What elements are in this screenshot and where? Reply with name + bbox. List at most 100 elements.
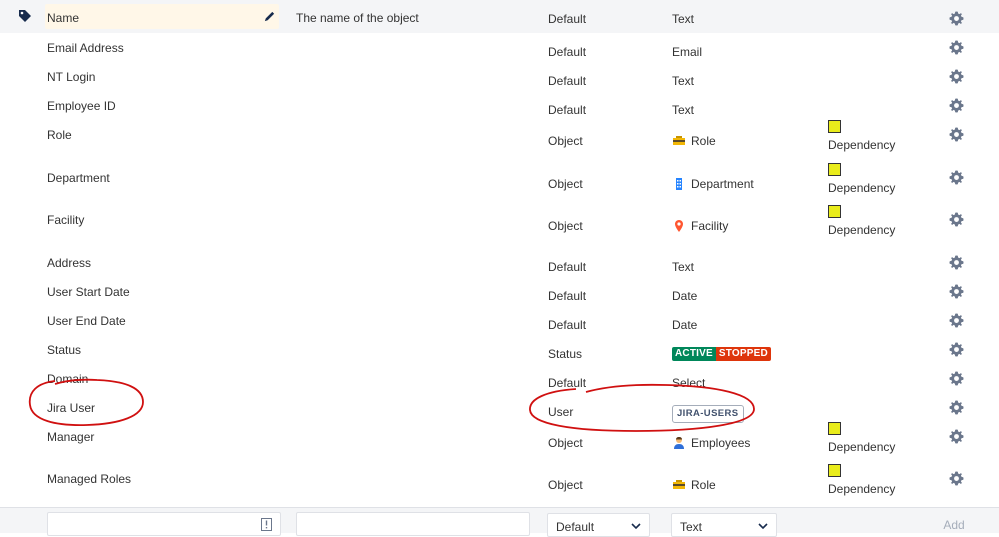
dependency: Dependency: [828, 120, 895, 152]
attribute-type: Employees: [691, 435, 751, 450]
attribute-name: Facility: [47, 213, 85, 227]
new-attribute-description-input[interactable]: [296, 512, 530, 536]
attribute-name: User Start Date: [47, 284, 130, 299]
attribute-type: Role: [691, 478, 716, 492]
dependency: Dependency: [828, 205, 895, 237]
table-row[interactable]: Status Status ACTIVE STOPPED: [0, 335, 999, 364]
attribute-kind: Object: [548, 435, 583, 450]
gear-icon[interactable]: [949, 370, 964, 386]
dependency-label: Dependency: [828, 439, 896, 454]
attribute-name: Status: [47, 342, 82, 357]
attribute-type: Date: [672, 317, 698, 332]
attribute-kind: Object: [548, 176, 583, 191]
new-attribute-name-input[interactable]: [47, 512, 281, 536]
attribute-kind: Default: [548, 45, 587, 59]
attribute-name: NT Login: [47, 70, 96, 84]
dependency-label: Dependency: [828, 223, 896, 237]
gear-icon[interactable]: [949, 69, 964, 84]
name-edit-field[interactable]: Name: [45, 4, 279, 29]
gear-icon[interactable]: [949, 169, 964, 185]
attributes-table: Name The name of the object Default Text…: [0, 0, 999, 507]
gear-icon[interactable]: [949, 399, 964, 415]
attribute-name: Employee ID: [47, 99, 116, 113]
status-stopped-badge: STOPPED: [715, 346, 771, 361]
attribute-name: Address: [47, 255, 92, 270]
table-row[interactable]: User End Date Default Date: [0, 306, 999, 335]
attribute-kind: Default: [548, 288, 587, 303]
attribute-kind: User: [548, 404, 574, 419]
table-row[interactable]: Manager Object Employees Dependency: [0, 421, 999, 465]
attribute-type: Email: [672, 45, 703, 59]
attribute-type: Select: [672, 375, 706, 390]
gear-icon[interactable]: [949, 127, 964, 142]
table-row[interactable]: Address Default Text: [0, 248, 999, 277]
attribute-name: Role: [47, 128, 72, 142]
attribute-type-cell: Facility: [672, 219, 728, 233]
pencil-icon[interactable]: [263, 10, 276, 23]
required-field-icon: [261, 518, 272, 531]
attribute-type: Text: [672, 74, 695, 88]
dependency-color-box: [828, 205, 841, 218]
dependency-color-box: [828, 464, 841, 477]
chevron-down-icon: [758, 523, 768, 530]
role-icon: [673, 136, 685, 145]
table-row[interactable]: Email Address Default Email: [0, 33, 999, 62]
gear-icon[interactable]: [949, 212, 964, 227]
add-attribute-bar: Default Text Add: [0, 507, 999, 537]
attribute-kind: Status: [548, 346, 583, 361]
gear-icon[interactable]: [949, 341, 964, 357]
attribute-type-cell: Employees: [672, 436, 750, 450]
new-attribute-type-select[interactable]: Text: [671, 513, 777, 537]
attribute-type: Department: [691, 176, 754, 191]
gear-icon[interactable]: [949, 471, 964, 486]
table-row[interactable]: Facility Object Facility Dependency: [0, 205, 999, 248]
user-group-tag: JIRA-USERS: [672, 404, 744, 423]
table-row[interactable]: NT Login Default Text: [0, 62, 999, 91]
attribute-type-cell: Department: [672, 177, 754, 191]
attribute-name: Managed Roles: [47, 472, 132, 486]
gear-icon[interactable]: [949, 312, 964, 328]
location-pin-icon: [675, 220, 683, 232]
person-icon: [674, 436, 684, 449]
table-row[interactable]: User Start Date Default Date: [0, 277, 999, 306]
table-row[interactable]: Role Object Role Dependency: [0, 120, 999, 163]
label-icon: [19, 10, 31, 22]
gear-icon[interactable]: [949, 254, 964, 270]
status-active-badge: ACTIVE: [672, 346, 716, 361]
gear-icon[interactable]: [949, 11, 964, 26]
chevron-down-icon: [631, 523, 641, 530]
table-row[interactable]: Employee ID Default Text: [0, 91, 999, 120]
gear-icon[interactable]: [949, 283, 964, 299]
attribute-type: Text: [672, 103, 695, 117]
dependency-label: Dependency: [828, 138, 896, 152]
gear-icon[interactable]: [949, 40, 964, 55]
attribute-kind: Default: [548, 74, 587, 88]
gear-icon[interactable]: [949, 428, 964, 444]
table-row[interactable]: Jira User User JIRA-USERS: [0, 393, 999, 423]
attribute-name: Email Address: [47, 41, 124, 55]
attribute-name: User End Date: [47, 313, 126, 328]
table-row[interactable]: Domain Default Select: [0, 364, 999, 393]
dependency-color-box: [828, 162, 841, 176]
table-row[interactable]: Name The name of the object Default Text: [0, 0, 999, 33]
add-button[interactable]: Add: [933, 513, 975, 537]
dependency-color-box: [828, 421, 841, 435]
building-icon: [676, 177, 682, 190]
attribute-type: Date: [672, 288, 698, 303]
new-attribute-kind-select[interactable]: Default: [547, 513, 650, 537]
gear-icon[interactable]: [949, 98, 964, 113]
table-row[interactable]: Managed Roles Object Role Dependency: [0, 464, 999, 507]
attribute-name: Manager: [47, 429, 95, 444]
attribute-type-cell: Role: [672, 134, 716, 148]
attribute-kind: Object: [548, 219, 583, 233]
table-row[interactable]: Department Object Department Dependency: [0, 162, 999, 206]
dependency-label: Dependency: [828, 482, 896, 496]
dependency: Dependency: [828, 162, 895, 195]
user-group-cell: JIRA-USERS: [672, 404, 744, 423]
attribute-kind: Default: [548, 12, 587, 26]
attribute-kind: Object: [548, 478, 583, 492]
attribute-type: Text: [672, 259, 695, 274]
attribute-description: The name of the object: [296, 11, 419, 25]
dependency: Dependency: [828, 464, 895, 496]
attribute-type: Text: [672, 12, 695, 26]
